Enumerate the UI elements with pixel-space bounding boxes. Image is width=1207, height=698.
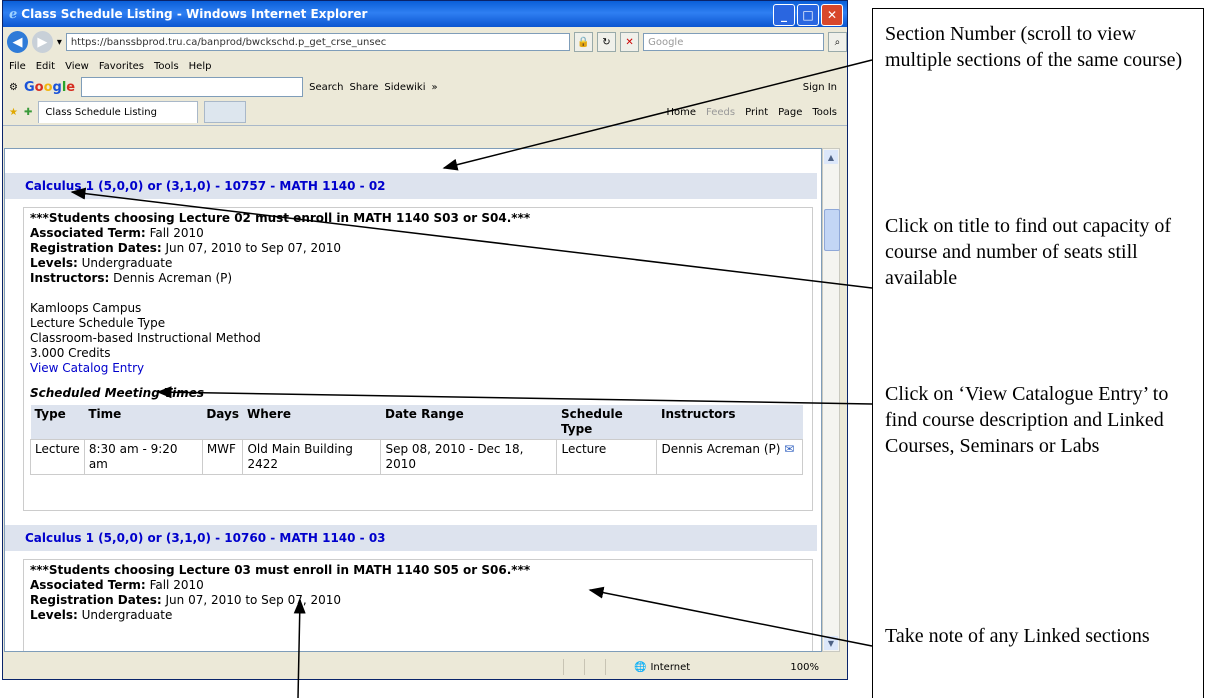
annotation-arrows	[70, 59, 873, 698]
arrow-section-id	[293, 598, 306, 698]
arrow-catalog	[156, 386, 873, 405]
arrow-linked	[588, 586, 873, 647]
arrow-title	[70, 187, 873, 289]
arrow-section-number	[442, 59, 873, 171]
